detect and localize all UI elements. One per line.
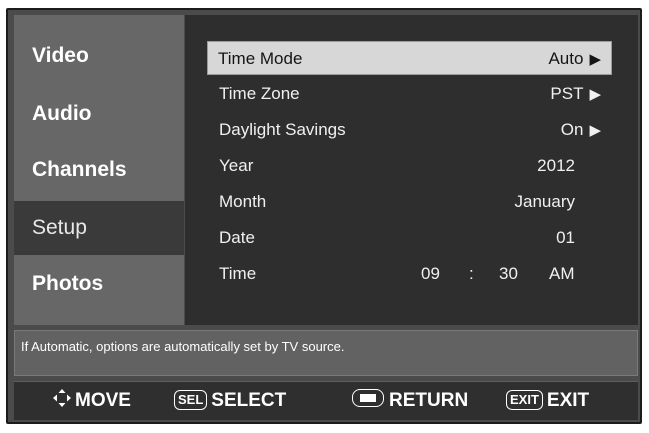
setting-row-date[interactable]: Date 01 (209, 221, 611, 255)
footer-exit: EXIT EXIT (506, 382, 589, 420)
return-label: RETURN (389, 390, 469, 411)
setting-row-daylight-savings[interactable]: Daylight Savings On ▶ (209, 113, 611, 147)
setting-value: On ▶ (561, 113, 601, 148)
nav-item-video[interactable]: Video (14, 29, 184, 83)
time-separator: : (469, 264, 474, 283)
setting-value: 2012 (537, 156, 575, 175)
setting-row-time-zone[interactable]: Time Zone PST ▶ (209, 77, 611, 111)
setting-label: Time Mode (218, 49, 303, 68)
time-ampm[interactable]: AM (549, 257, 575, 291)
setting-label: Date (219, 228, 255, 247)
settings-panel: Time Mode Auto ▶ Time Zone PST ▶ Daylight … (185, 15, 638, 325)
nav-item-channels[interactable]: Channels (14, 143, 184, 197)
setting-value: January (514, 192, 575, 211)
hint-bar: If Automatic, options are automatically … (14, 330, 638, 376)
setting-value: Auto ▶ (548, 42, 601, 77)
move-arrows-icon (53, 389, 71, 407)
setting-row-time-mode[interactable]: Time Mode Auto ▶ (207, 41, 612, 75)
setting-label: Month (219, 192, 267, 211)
exit-label: EXIT (546, 390, 590, 411)
right-arrow-icon: ▶ (589, 122, 601, 139)
right-arrow-icon: ▶ (589, 86, 601, 103)
setting-label: Time (219, 264, 257, 283)
select-label: SELECT (211, 390, 287, 411)
setting-row-year[interactable]: Year 2012 (209, 149, 611, 183)
sel-key-badge: SEL (174, 390, 208, 410)
right-arrow-icon: ▶ (589, 51, 601, 68)
footer-move: MOVE (52, 382, 131, 420)
setting-row-time[interactable]: Time 09 : 30 AM (209, 257, 611, 291)
setting-row-month[interactable]: Month January (209, 185, 611, 219)
nav-item-audio[interactable]: Audio (14, 87, 184, 141)
nav-item-photos[interactable]: Photos (14, 257, 184, 311)
value-text: Auto (548, 49, 584, 68)
exit-key-badge: EXIT (506, 390, 543, 410)
setting-label: Daylight Savings (219, 120, 346, 139)
setting-value: PST ▶ (550, 77, 601, 112)
value-text: On (560, 120, 584, 139)
footer-select: SEL SELECT (174, 382, 286, 420)
time-minute[interactable]: 30 (499, 257, 518, 291)
hint-text: If Automatic, options are automatically … (21, 339, 345, 354)
setting-value: 01 (556, 228, 575, 247)
setting-label: Year (219, 156, 254, 175)
time-hour[interactable]: 09 (421, 257, 440, 291)
return-key-icon (352, 389, 384, 407)
value-text: PST (550, 84, 584, 103)
footer-bar: MOVE SEL SELECT RETURN EXIT EXIT (14, 381, 638, 420)
nav-item-setup[interactable]: Setup (14, 201, 184, 255)
setting-label: Time Zone (219, 84, 300, 103)
footer-return: RETURN (352, 382, 468, 420)
move-label: MOVE (75, 390, 131, 411)
side-nav: Video Audio Channels Setup Photos (14, 15, 184, 325)
